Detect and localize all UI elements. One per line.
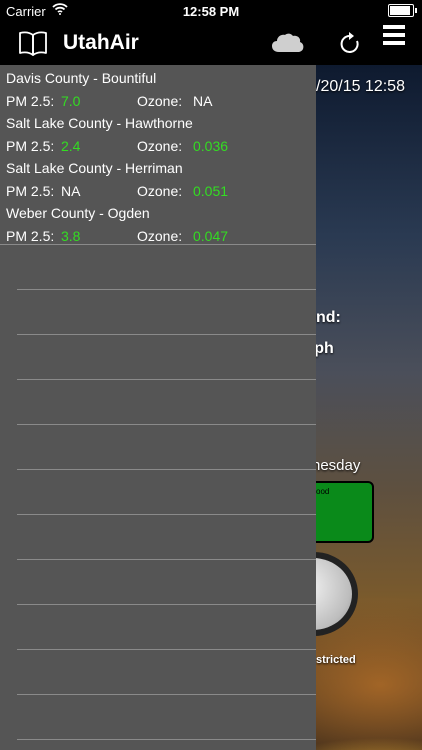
ozone-label: Ozone: <box>137 93 183 109</box>
forecast-day: nesday <box>312 457 361 474</box>
list-divider <box>17 604 316 605</box>
list-divider <box>0 244 316 245</box>
station-drawer: Davis County - Bountiful PM 2.5: 7.0 Ozo… <box>0 65 316 750</box>
list-divider <box>17 514 316 515</box>
ozone-value: 0.051 <box>193 183 229 199</box>
pm25-value: 3.8 <box>61 228 81 244</box>
refresh-icon[interactable] <box>338 31 362 62</box>
list-divider <box>17 694 316 695</box>
station-item[interactable]: Salt Lake County - Herriman PM 2.5: NA O… <box>0 155 316 200</box>
app-title: UtahAir <box>63 31 139 54</box>
list-divider <box>17 424 316 425</box>
navigation-bar: UtahAir <box>0 22 422 65</box>
ozone-value: 0.047 <box>193 228 229 244</box>
station-name: Salt Lake County - Hawthorne <box>6 115 193 131</box>
pm25-label: PM 2.5: <box>6 93 55 109</box>
pm25-label: PM 2.5: <box>6 228 55 244</box>
book-icon[interactable] <box>18 30 48 61</box>
pm25-label: PM 2.5: <box>6 183 55 199</box>
battery-icon <box>388 4 417 17</box>
status-time: 12:58 PM <box>182 4 240 19</box>
pm25-value: 7.0 <box>61 93 81 109</box>
station-name: Weber County - Ogden <box>6 205 150 221</box>
status-bar: Carrier 12:58 PM <box>0 0 422 22</box>
ozone-label: Ozone: <box>137 138 183 154</box>
air-quality-label: ood <box>316 487 330 496</box>
station-item[interactable]: Davis County - Bountiful PM 2.5: 7.0 Ozo… <box>0 65 316 110</box>
list-divider <box>17 289 316 290</box>
pm25-label: PM 2.5: <box>6 138 55 154</box>
station-name: Davis County - Bountiful <box>6 70 157 86</box>
burn-status-label: stricted <box>316 654 356 666</box>
list-divider <box>17 649 316 650</box>
cloud-icon[interactable] <box>271 32 305 59</box>
station-item[interactable]: Weber County - Ogden PM 2.5: 3.8 Ozone: … <box>0 200 316 245</box>
ozone-value: NA <box>193 93 213 109</box>
menu-icon[interactable] <box>383 24 405 51</box>
station-name: Salt Lake County - Herriman <box>6 160 183 176</box>
station-item[interactable]: Salt Lake County - Hawthorne PM 2.5: 2.4… <box>0 110 316 155</box>
ozone-label: Ozone: <box>137 228 183 244</box>
pm25-value: 2.4 <box>61 138 81 154</box>
list-divider <box>17 379 316 380</box>
ozone-label: Ozone: <box>137 183 183 199</box>
wind-label: nd: <box>316 309 341 326</box>
ozone-value: 0.036 <box>193 138 229 154</box>
last-updated-date: /20/15 12:58 <box>316 78 405 95</box>
list-divider <box>17 739 316 740</box>
list-divider <box>17 334 316 335</box>
list-divider <box>17 469 316 470</box>
pm25-value: NA <box>61 183 81 199</box>
list-divider <box>17 559 316 560</box>
